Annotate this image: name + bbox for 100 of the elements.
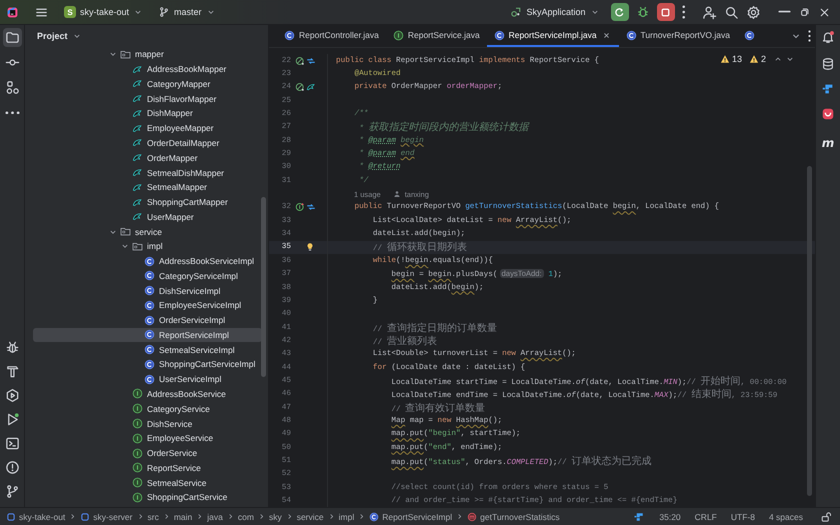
person-icon [392,190,401,198]
tree-item[interactable]: service [33,224,262,239]
tree-item[interactable]: ShoppingCartServiceImpl [33,357,262,372]
breadcrumb[interactable]: service [296,512,324,522]
hierarchy-icon[interactable] [306,202,316,212]
bulb-icon[interactable] [305,242,315,252]
tree-item[interactable]: UserServiceImpl [33,372,262,387]
tree-item[interactable]: EmployeeMapper [33,120,262,136]
run-config-selector[interactable]: SkyApplication [506,4,604,20]
breadcrumb[interactable]: sky-server [93,512,132,522]
editor-tab[interactable]: ReportService.java [386,25,487,47]
file-encoding[interactable]: UTF-8 [730,512,755,522]
plugin-icon[interactable] [821,82,835,96]
tree-item[interactable]: AddressBookServiceImpl [33,254,262,268]
branch-switcher[interactable]: master [154,4,220,20]
tree-item[interactable]: OrderMapper [33,150,262,166]
class-icon [144,314,155,326]
lock-icon[interactable] [820,510,832,522]
database-icon[interactable] [821,57,835,71]
tool-button[interactable]: m [822,136,834,150]
project-avatar: S [64,6,76,18]
tree-item[interactable]: AddressBookMapper [33,62,262,77]
tree-item[interactable]: SetmealMapper [33,180,262,195]
breadcrumb[interactable]: impl [338,512,354,522]
bean-icon[interactable] [295,82,305,92]
interface-icon [392,30,404,40]
hierarchy-icon[interactable] [306,56,316,66]
tree-item[interactable]: SetmealServiceImpl [33,342,262,358]
breadcrumb[interactable]: src [148,512,159,522]
tree-item[interactable]: OrderService [33,446,262,460]
line-separator[interactable]: CRLF [694,512,717,522]
tree-item[interactable]: OrderDetailMapper [33,136,262,150]
rerun-button[interactable] [610,3,628,21]
settings-icon[interactable] [746,4,761,20]
editor-tab[interactable]: ReportServiceImpl.java [486,25,619,47]
bean-icon[interactable] [295,56,305,66]
tree-item[interactable]: SetmealDishMapper [33,165,262,180]
tree-item[interactable]: CategoryMapper [33,76,262,92]
bug-icon[interactable] [636,5,650,19]
app-icon[interactable] [821,107,835,121]
restore-icon[interactable] [798,6,811,18]
tree-item[interactable]: ReportService [33,460,262,476]
tree-item[interactable]: DishService [33,416,262,431]
tree-item[interactable]: SetmealService [33,475,262,490]
tree-item[interactable]: CategoryServiceImpl [33,268,262,284]
tree-item[interactable]: DishMapper [33,106,262,121]
file-icon [132,78,143,90]
tree-item[interactable]: impl [33,238,262,254]
tree-item[interactable]: EmployeeServiceImpl [33,298,262,313]
cursor-position[interactable]: 35:20 [659,512,681,522]
class-icon [144,270,155,282]
file-icon [132,93,143,104]
breadcrumb[interactable]: ReportServiceImpl [382,512,452,522]
more-icon[interactable] [808,30,811,42]
tree-item[interactable]: ShoppingCartMapper [33,194,262,210]
close-icon[interactable] [818,6,831,18]
tree-item[interactable]: DishFlavorMapper [33,91,262,106]
implements-icon[interactable] [295,202,305,212]
breadcrumb[interactable]: java [207,512,223,522]
project-tool-button[interactable] [2,28,22,47]
breadcrumb[interactable]: getTurnoverStatistics [480,512,560,522]
warning-count[interactable]: 2 [760,54,766,64]
panel-title[interactable]: Project [31,30,88,42]
stop-button[interactable] [656,3,674,21]
tree-item[interactable]: mapper [33,47,262,62]
tree-item[interactable]: DishServiceImpl [33,283,262,298]
breadcrumb[interactable]: sky-take-out [19,512,66,522]
project-switcher[interactable]: S sky-take-out [60,4,148,20]
tree-item[interactable]: UserMapper [33,209,262,224]
editor-tab[interactable]: TurnoverReportVO.java [618,25,737,47]
file-icon[interactable] [306,82,316,92]
method-icon [467,512,478,522]
tree-item[interactable]: EmployeeService [33,430,262,446]
editor-tab[interactable]: ReportController.java [277,25,386,47]
tree-item[interactable]: CategoryService [33,401,262,416]
add-user-icon[interactable] [702,4,717,20]
indent-setting[interactable]: 4 spaces [768,512,803,522]
file-icon [132,196,143,208]
structure-icon [4,80,20,95]
tree-item[interactable]: ShoppingCartService [33,490,262,505]
hammer-icon [4,364,20,379]
class-icon [144,300,155,311]
tree-item[interactable]: OrderServiceImpl [33,312,262,328]
breadcrumb[interactable]: com [238,512,254,522]
search-icon[interactable] [724,4,739,20]
plugin-icon[interactable] [633,510,646,522]
warning-count[interactable]: 13 [732,54,742,64]
app-logo [6,6,19,18]
notifications-icon[interactable] [821,30,835,44]
selected-tree-item[interactable]: ReportServiceImpl [33,328,262,342]
breadcrumb[interactable]: sky [268,512,282,522]
scrollbar[interactable] [807,166,812,496]
bug-icon [4,340,20,355]
class-icon [284,30,295,40]
scrollbar[interactable] [261,197,266,377]
minimize-icon[interactable] [778,9,791,15]
breadcrumb[interactable]: main [174,512,192,522]
file-icon [132,211,143,222]
tree-item[interactable]: AddressBookService [33,386,262,402]
more-icon[interactable] [682,5,685,19]
